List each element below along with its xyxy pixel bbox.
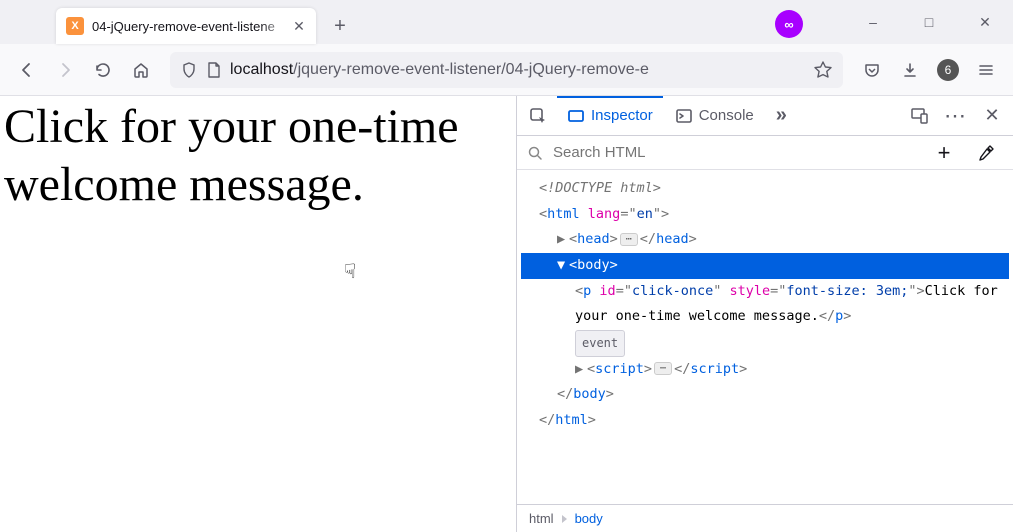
browser-tab[interactable]: X 04-jQuery-remove-event-listene ✕ <box>56 8 316 44</box>
eyedropper-icon <box>977 144 995 162</box>
content-area: Click for your one-time welcome message.… <box>0 96 1013 532</box>
tab-title: 04-jQuery-remove-event-listene <box>92 19 290 34</box>
picker-icon <box>528 106 548 126</box>
html-tree[interactable]: <!DOCTYPE html> <html lang="en"> ▶<head>… <box>517 170 1013 532</box>
new-tab-button[interactable]: + <box>324 10 356 42</box>
close-tab-icon[interactable]: ✕ <box>290 17 308 35</box>
back-button[interactable] <box>10 53 44 87</box>
tab-bar: X 04-jQuery-remove-event-listene ✕ + ∞ –… <box>0 0 1013 44</box>
navigation-toolbar: localhost/jquery-remove-event-listener/0… <box>0 44 1013 96</box>
window-controls: – □ ✕ <box>845 0 1013 44</box>
page-body[interactable]: Click for your one-time welcome message.… <box>0 96 516 532</box>
console-icon <box>675 107 693 125</box>
window-maximize-button[interactable]: □ <box>901 0 957 44</box>
ellipsis-icon[interactable]: ⋯ <box>654 362 672 375</box>
tab-inspector-label: Inspector <box>591 107 653 124</box>
url-text: localhost/jquery-remove-event-listener/0… <box>230 61 805 79</box>
body-close-line[interactable]: </body> <box>521 382 1009 408</box>
ellipsis-icon[interactable]: ⋯ <box>620 233 638 246</box>
devtools-close-button[interactable]: ✕ <box>975 99 1009 133</box>
downloads-button[interactable] <box>893 53 927 87</box>
pocket-button[interactable] <box>855 53 889 87</box>
crumb-body[interactable]: body <box>575 511 603 526</box>
add-node-button[interactable]: + <box>927 136 961 170</box>
html-open-line[interactable]: <html lang="en"> <box>521 202 1009 228</box>
home-button[interactable] <box>124 53 158 87</box>
chevron-right-icon <box>562 515 567 523</box>
app-menu-button[interactable] <box>969 53 1003 87</box>
p-element-line[interactable]: <p id="click-once" style="font-size: 3em… <box>521 279 1009 330</box>
pocket-icon <box>863 61 881 79</box>
arrow-left-icon <box>17 60 37 80</box>
home-icon <box>132 61 150 79</box>
window-minimize-button[interactable]: – <box>845 0 901 44</box>
star-icon[interactable] <box>813 60 833 80</box>
reload-icon <box>94 61 112 79</box>
arrow-right-icon <box>55 60 75 80</box>
devices-icon <box>910 106 930 126</box>
devtools-panel: Inspector Console » ⋯ ✕ + <!DOCTYPE html… <box>516 96 1013 532</box>
doctype-line[interactable]: <!DOCTYPE html> <box>521 176 1009 202</box>
pointer-cursor-icon: ☟ <box>344 260 356 284</box>
counter-badge: 6 <box>937 59 959 81</box>
download-icon <box>901 61 919 79</box>
html-close-line[interactable]: </html> <box>521 408 1009 434</box>
window-close-button[interactable]: ✕ <box>957 0 1013 44</box>
hamburger-icon <box>977 61 995 79</box>
breadcrumb-bar: html body <box>517 504 1013 532</box>
page-icon <box>206 61 222 79</box>
responsive-mode-button[interactable] <box>903 99 937 133</box>
tab-console[interactable]: Console <box>665 96 764 136</box>
element-picker-button[interactable] <box>521 99 555 133</box>
page-paragraph[interactable]: Click for your one-time welcome message. <box>4 100 459 211</box>
reload-button[interactable] <box>86 53 120 87</box>
url-path: /jquery-remove-event-listener/04-jQuery-… <box>293 61 649 78</box>
html-search-bar: + <box>517 136 1013 170</box>
devtools-menu-button[interactable]: ⋯ <box>939 99 973 133</box>
event-badge[interactable]: event <box>575 330 625 357</box>
inspector-icon <box>567 107 585 125</box>
html-search-input[interactable] <box>551 143 919 162</box>
crumb-html[interactable]: html <box>529 511 554 526</box>
tab-inspector[interactable]: Inspector <box>557 96 663 136</box>
devtools-tab-bar: Inspector Console » ⋯ ✕ <box>517 96 1013 136</box>
forward-button[interactable] <box>48 53 82 87</box>
address-bar[interactable]: localhost/jquery-remove-event-listener/0… <box>170 52 843 88</box>
eyedropper-button[interactable] <box>969 136 1003 170</box>
head-line[interactable]: ▶<head>⋯</head> <box>521 227 1009 253</box>
body-open-line[interactable]: ▼<body> <box>521 253 1009 279</box>
tab-console-label: Console <box>699 107 754 124</box>
script-line[interactable]: ▶<script>⋯</script> <box>521 357 1009 383</box>
extensions-button[interactable]: 6 <box>931 53 965 87</box>
shield-icon <box>180 61 198 79</box>
url-host: localhost <box>230 61 293 78</box>
tabs-overflow-button[interactable]: » <box>766 96 797 136</box>
profile-avatar[interactable]: ∞ <box>775 10 803 38</box>
search-icon <box>527 145 543 161</box>
tab-favicon: X <box>66 17 84 35</box>
event-badge-line[interactable]: event <box>521 330 1009 357</box>
